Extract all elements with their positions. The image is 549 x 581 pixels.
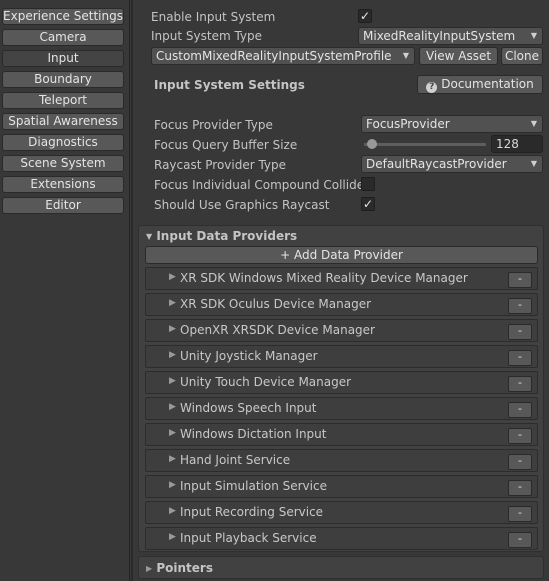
focus-provider-type-value: FocusProvider [366,117,450,131]
focus-query-buffer-size-label: Focus Query Buffer Size [154,138,298,152]
provider-name: Hand Joint Service [180,453,291,467]
enable-input-system-label: Enable Input System [151,10,276,24]
sidebar-item-extensions[interactable]: Extensions [2,176,124,193]
expand-arrow-icon: ▶ [169,350,176,360]
profile-sidebar: Experience Settings Camera Input Boundar… [0,0,130,581]
remove-provider-button[interactable]: - [508,428,532,444]
expand-arrow-icon: ▶ [169,532,176,542]
raycast-provider-type-label: Raycast Provider Type [154,158,287,172]
provider-row[interactable]: ▶ XR SDK Windows Mixed Reality Device Ma… [145,267,538,290]
expand-arrow-icon: ▶ [169,272,176,282]
chevron-down-icon: ▼ [530,159,537,168]
graphics-raycast-label: Should Use Graphics Raycast [154,198,330,212]
expand-arrow-icon: ▶ [169,506,176,516]
expand-arrow-icon: ▶ [169,428,176,438]
remove-provider-button[interactable]: - [508,402,532,418]
focus-provider-type-label: Focus Provider Type [154,118,273,132]
documentation-button[interactable]: ? Documentation [417,75,543,94]
add-data-provider-button[interactable]: + Add Data Provider [145,246,538,264]
sidebar-item-boundary[interactable]: Boundary [2,71,124,88]
sidebar-item-input[interactable]: Input [2,50,124,67]
provider-row[interactable]: ▶ Input Simulation Service - [145,475,538,498]
provider-row[interactable]: ▶ Hand Joint Service - [145,449,538,472]
chevron-right-icon: ▶ [146,564,153,573]
sidebar-item-experience-settings[interactable]: Experience Settings [2,8,124,25]
expand-arrow-icon: ▶ [169,402,176,412]
provider-name: XR SDK Windows Mixed Reality Device Mana… [180,271,468,285]
sidebar-item-editor[interactable]: Editor [2,197,124,214]
focus-compound-collider-label: Focus Individual Compound Collider [154,178,370,192]
expand-arrow-icon: ▶ [169,324,176,334]
focus-compound-collider-checkbox[interactable] [361,177,375,191]
remove-provider-button[interactable]: - [508,454,532,470]
help-icon: ? [426,82,438,93]
input-system-type-dropdown[interactable]: MixedRealityInputSystem ▼ [358,27,543,45]
enable-input-system-checkbox[interactable]: ✓ [358,9,372,23]
profile-value: CustomMixedRealityInputSystemProfile [156,49,392,63]
provider-name: Unity Touch Device Manager [180,375,352,389]
remove-provider-button[interactable]: - [508,298,532,314]
graphics-raycast-checkbox[interactable]: ✓ [361,197,375,211]
provider-row[interactable]: ▶ Windows Dictation Input - [145,423,538,446]
chevron-down-icon: ▼ [530,119,537,128]
expand-arrow-icon: ▶ [169,454,176,464]
input-data-providers-title: Input Data Providers [156,229,298,243]
documentation-label: Documentation [441,77,534,91]
remove-provider-button[interactable]: - [508,350,532,366]
sidebar-item-diagnostics[interactable]: Diagnostics [2,134,124,151]
clone-button[interactable]: Clone [501,47,543,65]
provider-name: OpenXR XRSDK Device Manager [180,323,375,337]
provider-name: Windows Dictation Input [180,427,327,441]
provider-row[interactable]: ▶ Input Playback Service - [145,527,538,550]
remove-provider-button[interactable]: - [508,324,532,340]
remove-provider-button[interactable]: - [508,532,532,548]
provider-name: Input Recording Service [180,505,324,519]
sidebar-item-teleport[interactable]: Teleport [2,92,124,109]
chevron-down-icon: ▼ [402,51,409,60]
pointers-foldout[interactable]: ▶ Pointers [146,560,213,577]
provider-name: Windows Speech Input [180,401,317,415]
provider-name: Unity Joystick Manager [180,349,318,363]
expand-arrow-icon: ▶ [169,480,176,490]
chevron-down-icon: ▼ [146,232,153,241]
provider-name: Input Playback Service [180,531,317,545]
buffer-size-input[interactable]: 128 [491,135,543,153]
profile-dropdown[interactable]: CustomMixedRealityInputSystemProfile ▼ [151,47,415,65]
sidebar-item-spatial-awareness[interactable]: Spatial Awareness [2,113,124,130]
pointers-title: Pointers [156,561,213,575]
sidebar-item-camera[interactable]: Camera [2,29,124,46]
remove-provider-button[interactable]: - [508,480,532,496]
input-data-providers-foldout[interactable]: ▼ Input Data Providers [146,228,297,245]
provider-name: XR SDK Oculus Device Manager [180,297,372,311]
settings-header: Input System Settings [154,78,305,92]
provider-row[interactable]: ▶ XR SDK Oculus Device Manager - [145,293,538,316]
raycast-provider-type-dropdown[interactable]: DefaultRaycastProvider ▼ [361,155,543,173]
remove-provider-button[interactable]: - [508,376,532,392]
provider-row[interactable]: ▶ Unity Touch Device Manager - [145,371,538,394]
focus-provider-type-dropdown[interactable]: FocusProvider ▼ [361,115,543,133]
expand-arrow-icon: ▶ [169,298,176,308]
raycast-provider-type-value: DefaultRaycastProvider [366,157,507,171]
expand-arrow-icon: ▶ [169,376,176,386]
provider-row[interactable]: ▶ Windows Speech Input - [145,397,538,420]
remove-provider-button[interactable]: - [508,272,532,288]
sidebar-item-scene-system[interactable]: Scene System [2,155,124,172]
provider-row[interactable]: ▶ OpenXR XRSDK Device Manager - [145,319,538,342]
chevron-down-icon: ▼ [530,31,537,40]
buffer-size-slider-handle[interactable] [367,139,377,149]
provider-row[interactable]: ▶ Unity Joystick Manager - [145,345,538,368]
view-asset-button[interactable]: View Asset [419,47,498,65]
input-system-type-value: MixedRealityInputSystem [363,29,516,43]
buffer-size-slider-track[interactable] [364,143,486,146]
remove-provider-button[interactable]: - [508,506,532,522]
provider-name: Input Simulation Service [180,479,327,493]
input-system-type-label: Input System Type [151,29,263,43]
provider-row[interactable]: ▶ Input Recording Service - [145,501,538,524]
